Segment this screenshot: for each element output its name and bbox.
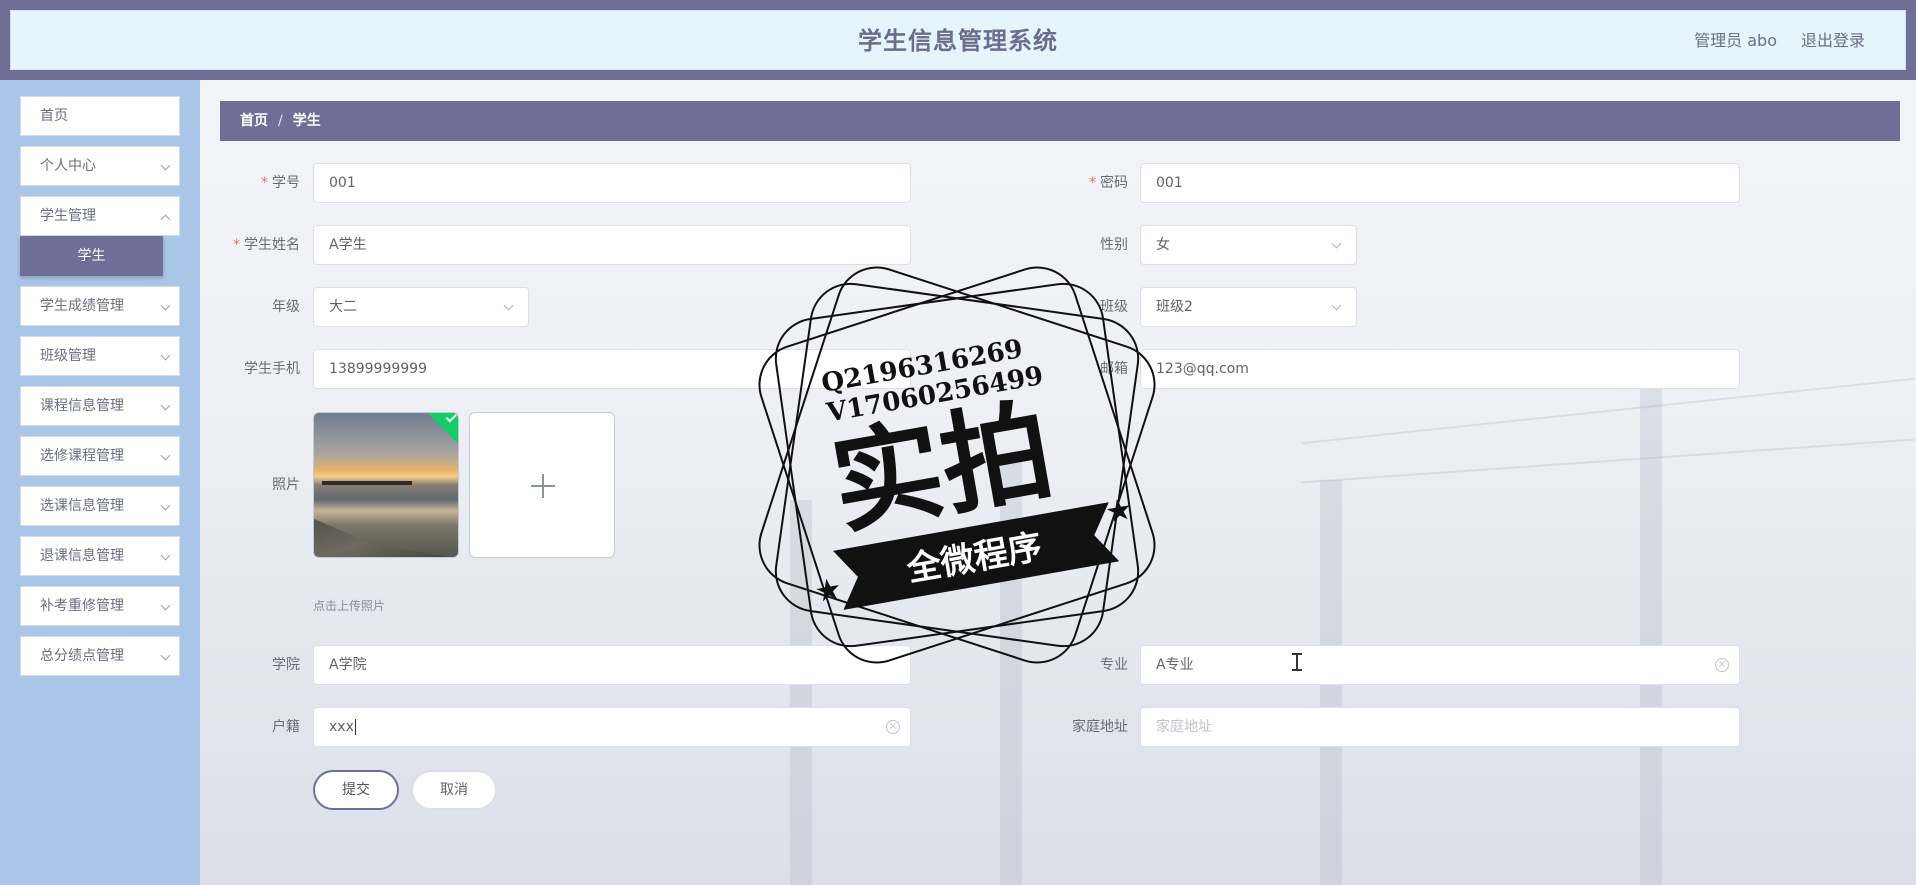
- sidebar-item-label: 退课信息管理: [40, 548, 124, 564]
- chevron-down-icon: [160, 300, 171, 311]
- photo-label: 照片: [272, 477, 300, 493]
- uploaded-photo[interactable]: [313, 412, 459, 558]
- sidebar-item-electives[interactable]: 选修课程管理: [20, 436, 180, 476]
- sidebar-item-label: 首页: [40, 108, 68, 124]
- upload-photo-button[interactable]: [469, 412, 615, 558]
- chevron-down-icon: [160, 650, 171, 661]
- student-id-input[interactable]: 001: [313, 163, 911, 203]
- sidebar-item-label: 个人中心: [40, 158, 96, 174]
- clear-icon[interactable]: ×: [886, 720, 900, 734]
- hometown-label: 户籍: [272, 719, 300, 735]
- plus-icon: [542, 474, 544, 498]
- photo-detail: [314, 519, 458, 557]
- sidebar-item-course-selection[interactable]: 选课信息管理: [20, 486, 180, 526]
- sidebar-item-drop-course[interactable]: 退课信息管理: [20, 536, 180, 576]
- sidebar-subitem-student[interactable]: 学生: [20, 236, 163, 276]
- user-info: 管理员 abo: [1694, 31, 1777, 50]
- text-caret: [354, 719, 356, 735]
- text-cursor-icon: [1292, 653, 1302, 671]
- chevron-down-icon: [160, 350, 171, 361]
- grade-select[interactable]: 大二: [313, 287, 529, 327]
- gender-select[interactable]: 女: [1140, 225, 1357, 265]
- sidebar-item-label: 总分绩点管理: [40, 648, 124, 664]
- email-input[interactable]: 123@qq.com: [1140, 349, 1740, 389]
- logout-link[interactable]: 退出登录: [1801, 11, 1865, 71]
- phone-label: 学生手机: [244, 361, 300, 377]
- major-input[interactable]: A专业 ×: [1140, 645, 1740, 685]
- chevron-down-icon: [160, 600, 171, 611]
- gender-value: 女: [1156, 237, 1170, 253]
- header: 学生信息管理系统 管理员 abo 退出登录: [10, 10, 1906, 70]
- svg-text:★: ★: [1103, 492, 1136, 531]
- top-bar: 学生信息管理系统 管理员 abo 退出登录: [0, 0, 1916, 80]
- chevron-down-icon: [160, 500, 171, 511]
- college-label: 学院: [272, 657, 300, 673]
- breadcrumb-current: 学生: [292, 113, 321, 129]
- sidebar-item-scores[interactable]: 学生成绩管理: [20, 286, 180, 326]
- sidebar-item-home[interactable]: 首页: [20, 96, 180, 136]
- breadcrumb-home[interactable]: 首页: [240, 113, 268, 129]
- sidebar-item-label: 学生管理: [40, 208, 96, 224]
- sidebar-item-label: 补考重修管理: [40, 598, 124, 614]
- chevron-down-icon: [160, 450, 171, 461]
- address-input[interactable]: 家庭地址: [1140, 707, 1740, 747]
- sidebar-item-retake[interactable]: 补考重修管理: [20, 586, 180, 626]
- chevron-down-icon: [160, 160, 171, 171]
- required-mark: *: [233, 237, 240, 253]
- cancel-button[interactable]: 取消: [411, 770, 497, 810]
- sidebar-item-label: 选课信息管理: [40, 498, 124, 514]
- sidebar-item-label: 选修课程管理: [40, 448, 124, 464]
- password-label: * 密码: [1089, 175, 1128, 191]
- address-label: 家庭地址: [1072, 719, 1128, 735]
- hometown-value: xxx: [329, 719, 354, 735]
- sidebar-item-courses[interactable]: 课程信息管理: [20, 386, 180, 426]
- name-label: * 学生姓名: [233, 237, 300, 253]
- app-title: 学生信息管理系统: [858, 27, 1058, 55]
- grade-value: 大二: [329, 299, 357, 315]
- student-id-label: * 学号: [261, 175, 300, 191]
- chevron-down-icon: [160, 400, 171, 411]
- sidebar-item-label: 班级管理: [40, 348, 96, 364]
- chevron-down-icon: [1331, 300, 1342, 311]
- breadcrumb-separator: /: [278, 113, 283, 129]
- required-mark: *: [261, 175, 268, 191]
- sidebar: 首页 个人中心 学生管理 学生 学生成绩管理 班级管理 课程信息管理 选修课程管…: [0, 80, 200, 885]
- clear-icon[interactable]: ×: [1715, 658, 1729, 672]
- success-check-icon: [426, 413, 458, 445]
- sidebar-item-label: 课程信息管理: [40, 398, 124, 414]
- sidebar-item-label: 学生成绩管理: [40, 298, 124, 314]
- breadcrumb: 首页 / 学生: [220, 101, 1900, 141]
- sidebar-item-classes[interactable]: 班级管理: [20, 336, 180, 376]
- sidebar-item-gpa[interactable]: 总分绩点管理: [20, 636, 180, 676]
- password-input[interactable]: 001: [1140, 163, 1740, 203]
- svg-text:★: ★: [812, 571, 845, 610]
- sidebar-item-profile[interactable]: 个人中心: [20, 146, 180, 186]
- chevron-down-icon: [1331, 238, 1342, 249]
- sidebar-item-student-management[interactable]: 学生管理: [20, 196, 180, 236]
- required-mark: *: [1089, 175, 1096, 191]
- chevron-up-icon: [160, 214, 171, 225]
- chevron-down-icon: [503, 300, 514, 311]
- upload-hint: 点击上传照片: [313, 599, 386, 613]
- background-decoration: [1300, 438, 1916, 484]
- watermark-stamp: Q2196316269 V17060256499 实拍 全微程序 ★ ★: [758, 266, 1156, 664]
- photo-detail: [322, 481, 412, 485]
- grade-label: 年级: [272, 299, 300, 315]
- hometown-input[interactable]: xxx ×: [313, 707, 911, 747]
- submit-button[interactable]: 提交: [313, 770, 399, 810]
- class-select[interactable]: 班级2: [1140, 287, 1357, 327]
- chevron-down-icon: [160, 550, 171, 561]
